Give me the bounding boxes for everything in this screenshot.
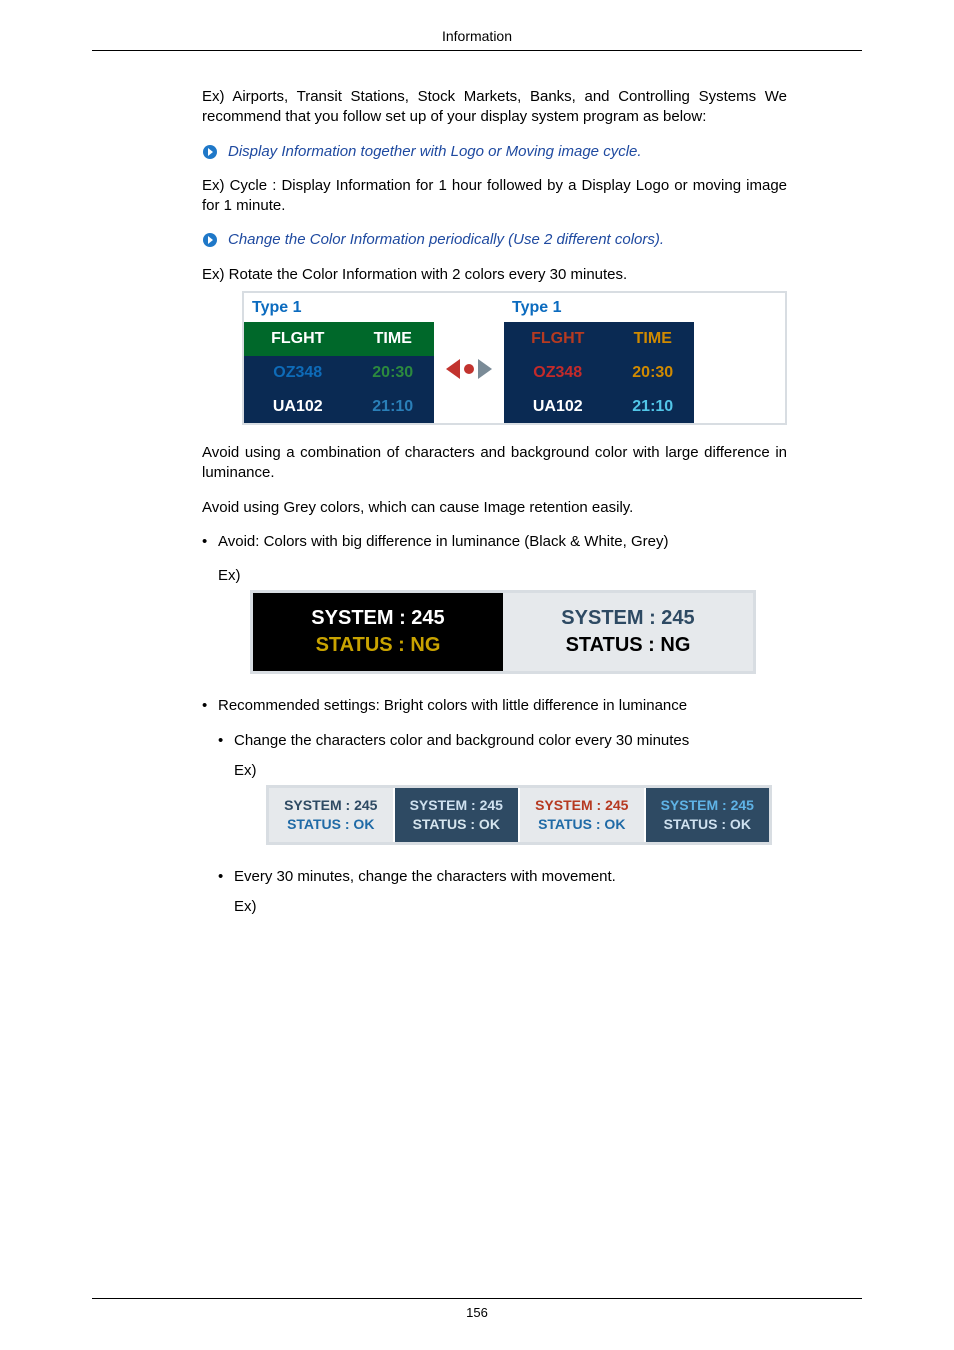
- list-item-text: Every 30 minutes, change the characters …: [234, 867, 787, 887]
- type-label: Type 1: [244, 293, 434, 323]
- col-header: TIME: [352, 322, 435, 356]
- paragraph: Ex) Rotate the Color Information with 2 …: [202, 265, 787, 285]
- status-line: STATUS : NG: [253, 632, 503, 659]
- figure-flight-color-rotation: Type 1 FLGHTTIME OZ34820:30 UA10221:10 T…: [242, 291, 787, 425]
- cell: OZ348: [504, 356, 612, 390]
- col-header: TIME: [612, 322, 695, 356]
- cell: 21:10: [352, 390, 435, 424]
- status-line: SYSTEM : 245: [646, 796, 770, 815]
- type-label: Type 1: [504, 293, 694, 323]
- page-number: 156: [92, 1305, 862, 1320]
- cell: 20:30: [352, 356, 435, 390]
- tip-row: Change the Color Information periodicall…: [202, 230, 787, 250]
- list-item: • Avoid: Colors with big difference in l…: [202, 532, 787, 552]
- paragraph: Avoid using a combination of characters …: [202, 443, 787, 484]
- paragraph: Ex) Cycle : Display Information for 1 ho…: [202, 176, 787, 217]
- status-line: STATUS : OK: [520, 815, 644, 834]
- tip-text: Display Information together with Logo o…: [228, 142, 642, 162]
- status-line: STATUS : OK: [269, 815, 393, 834]
- figure-four-color-variants: SYSTEM : 245 STATUS : OK SYSTEM : 245 ST…: [266, 785, 772, 845]
- list-item: • Change the characters color and backgr…: [218, 731, 787, 751]
- content-column: Ex) Airports, Transit Stations, Stock Ma…: [202, 87, 787, 917]
- status-line: STATUS : OK: [646, 815, 770, 834]
- cell: 21:10: [612, 390, 695, 424]
- cell: UA102: [244, 390, 352, 424]
- arrow-circle-icon: [202, 232, 218, 248]
- header-rule: [92, 50, 862, 51]
- list-item-text: Recommended settings: Bright colors with…: [218, 696, 787, 716]
- tip-row: Display Information together with Logo o…: [202, 142, 787, 162]
- status-line: SYSTEM : 245: [253, 605, 503, 632]
- footer-rule: [92, 1298, 862, 1299]
- status-line: SYSTEM : 245: [269, 796, 393, 815]
- cell: 20:30: [612, 356, 695, 390]
- status-line: SYSTEM : 245: [520, 796, 644, 815]
- status-line: SYSTEM : 245: [395, 796, 519, 815]
- arrow-circle-icon: [202, 144, 218, 160]
- example-label: Ex): [234, 897, 787, 917]
- list-item-text: Avoid: Colors with big difference in lum…: [218, 532, 787, 552]
- swap-arrows-icon: [434, 293, 504, 419]
- example-label: Ex): [234, 761, 787, 781]
- col-header: FLGHT: [504, 322, 612, 356]
- list-item-text: Change the characters color and backgrou…: [234, 731, 787, 751]
- status-line: STATUS : NG: [503, 632, 753, 659]
- paragraph: Ex) Airports, Transit Stations, Stock Ma…: [202, 87, 787, 128]
- tip-text: Change the Color Information periodicall…: [228, 230, 664, 250]
- list-item: • Recommended settings: Bright colors wi…: [202, 696, 787, 716]
- col-header: FLGHT: [244, 322, 352, 356]
- cell: UA102: [504, 390, 612, 424]
- status-line: STATUS : OK: [395, 815, 519, 834]
- list-item: • Every 30 minutes, change the character…: [218, 867, 787, 887]
- page-header-title: Information: [92, 28, 862, 44]
- cell: OZ348: [244, 356, 352, 390]
- example-label: Ex): [218, 566, 787, 586]
- page-footer: 156: [92, 1298, 862, 1320]
- figure-system-status-contrast: SYSTEM : 245 STATUS : NG SYSTEM : 245 ST…: [250, 590, 756, 674]
- status-line: SYSTEM : 245: [503, 605, 753, 632]
- paragraph: Avoid using Grey colors, which can cause…: [202, 498, 787, 518]
